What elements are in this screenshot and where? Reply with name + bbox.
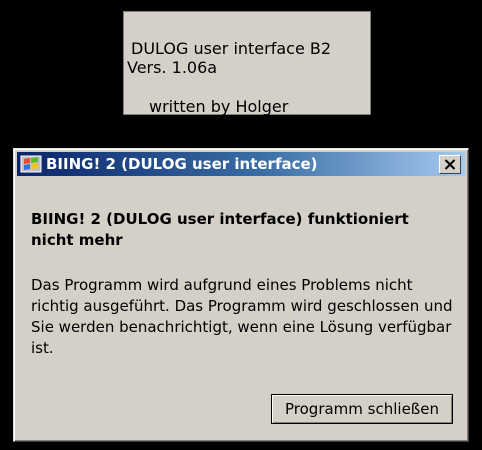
error-dialog: BIING! 2 (DULOG user interface) BIING! 2… (13, 148, 469, 442)
dialog-title: BIING! 2 (DULOG user interface) (46, 155, 318, 173)
close-button[interactable] (439, 155, 461, 174)
error-heading: BIING! 2 (DULOG user interface) funktion… (31, 210, 409, 249)
splash-author: written by Holger (149, 97, 289, 116)
splash-version: Vers. 1.06a (127, 58, 218, 77)
error-message: Das Programm wird aufgrund eines Problem… (31, 276, 453, 357)
splash-window: DULOG user interface B2 Vers. 1.06a writ… (123, 11, 371, 116)
dialog-titlebar[interactable]: BIING! 2 (DULOG user interface) (17, 152, 465, 176)
close-program-button[interactable]: Programm schließen (271, 394, 453, 424)
windows-flag-icon (20, 154, 42, 174)
splash-title: DULOG user interface B2 (131, 39, 332, 58)
close-icon (444, 155, 456, 174)
